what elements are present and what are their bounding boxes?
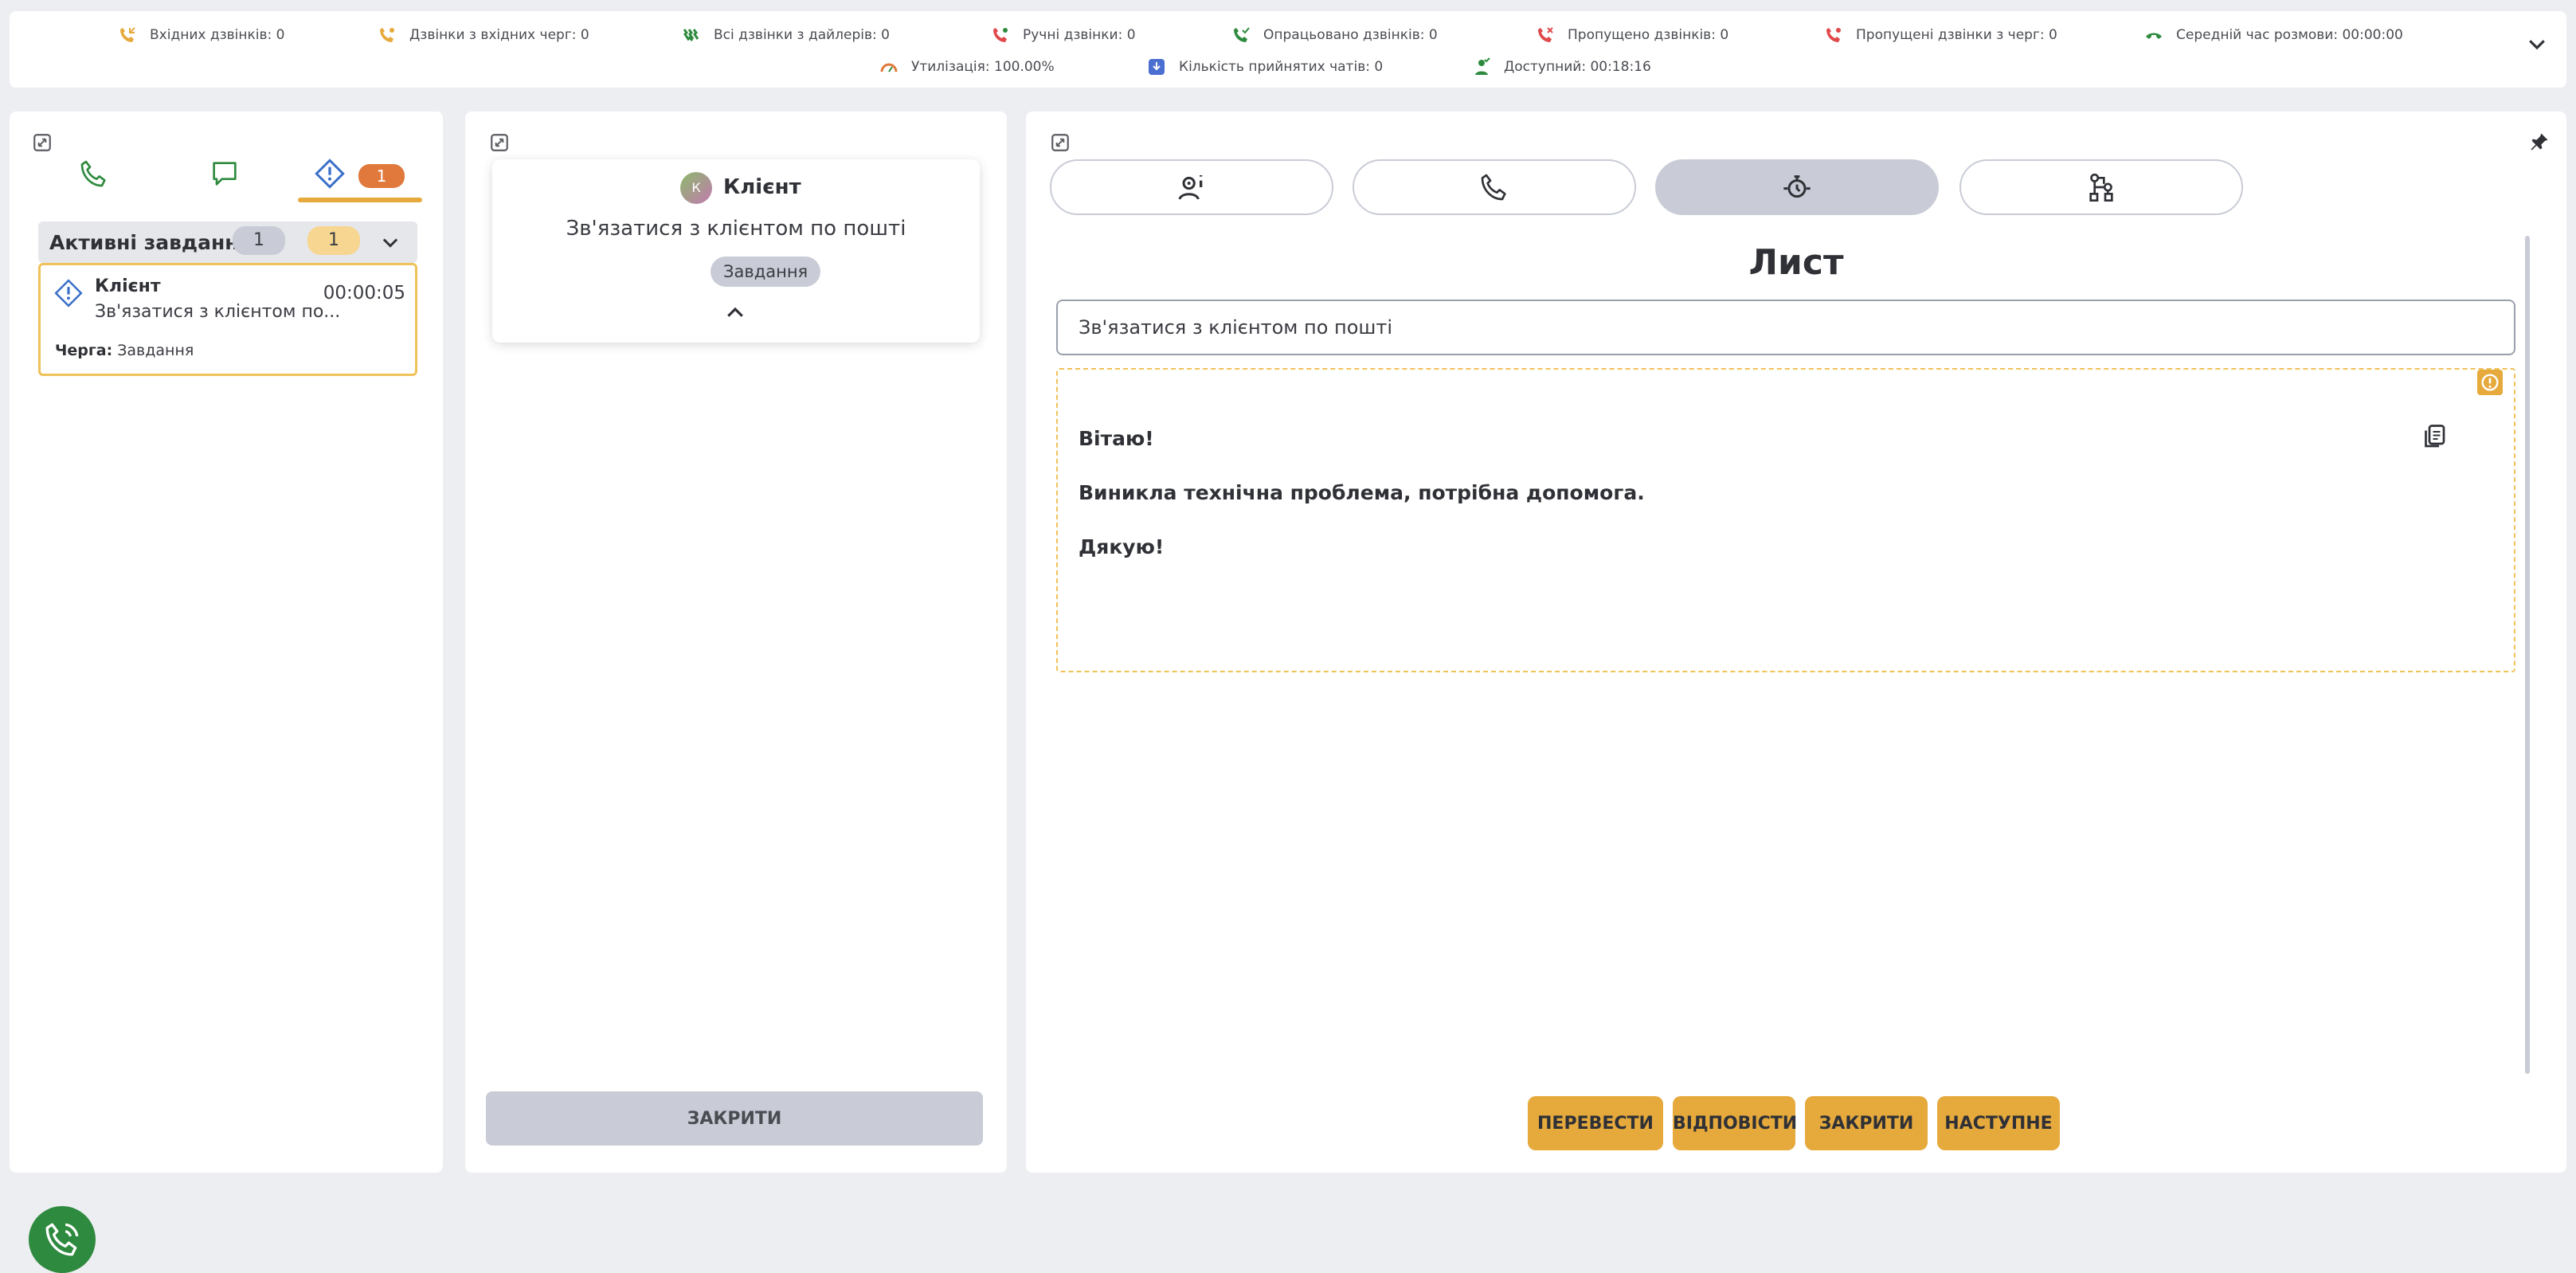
stat-queue-incoming: Дзвінки з вхідних черг: 0 xyxy=(378,25,589,45)
form-title: Лист xyxy=(1748,242,1844,283)
info-icon[interactable] xyxy=(2477,370,2503,395)
task-queue-label: Черга: xyxy=(55,342,113,359)
expand-icon[interactable] xyxy=(1050,132,1071,153)
chevron-up-icon[interactable] xyxy=(723,301,747,325)
reply-button[interactable]: ВІДПОВІСТИ xyxy=(1673,1096,1797,1150)
message-body[interactable]: Вітаю! Виникла технічна проблема, потріб… xyxy=(1056,368,2515,672)
active-tasks-count-yellow: 1 xyxy=(307,226,360,255)
subject-input[interactable] xyxy=(1056,300,2515,355)
softphone-button[interactable] xyxy=(29,1206,96,1273)
active-tasks-count-gray: 1 xyxy=(233,226,285,255)
task-queue-value: Завдання xyxy=(117,342,194,359)
stat-missed: Пропущено дзвінків: 0 xyxy=(1536,25,1728,45)
tab-chats-chat-icon[interactable] xyxy=(209,158,241,190)
tasks-count-badge: 1 xyxy=(358,164,405,188)
middle-panel: К Клієнт Зв'язатися з клієнтом по пошті … xyxy=(465,112,1007,1173)
close-task-button[interactable]: ЗАКРИТИ xyxy=(1805,1096,1928,1150)
stat-queue-incoming-text: Дзвінки з вхідних черг: 0 xyxy=(409,27,589,43)
stat-avg-talk-text: Середній час розмови: 00:00:00 xyxy=(2176,27,2403,43)
dialer-icon xyxy=(683,29,699,41)
task-description: Зв'язатися з клієнтом по... xyxy=(95,302,341,322)
stat-avg-talk: Середній час розмови: 00:00:00 xyxy=(2144,25,2403,45)
right-panel: Лист Вітаю! Виникла технічна проблема, п… xyxy=(1026,112,2566,1173)
pin-icon[interactable] xyxy=(2528,131,2551,153)
contact-subject: Зв'язатися з клієнтом по пошті xyxy=(566,217,906,241)
missed-call-icon xyxy=(1538,27,1553,42)
stat-processed: Опрацьовано дзвінків: 0 xyxy=(1231,25,1438,45)
queue-tag: Завдання xyxy=(711,257,821,287)
phone-icon xyxy=(45,1223,79,1256)
flow-chart-icon xyxy=(2089,173,2113,202)
tab-client-info[interactable] xyxy=(1050,159,1333,215)
incoming-call-icon xyxy=(120,27,135,42)
scrollbar[interactable] xyxy=(2525,236,2530,1074)
stat-incoming-text: Вхідних дзвінків: 0 xyxy=(150,27,285,43)
manual-call-icon xyxy=(993,28,1008,42)
chevron-down-icon[interactable] xyxy=(2525,32,2549,56)
tab-calls-phone-icon[interactable] xyxy=(78,158,110,190)
expand-icon[interactable] xyxy=(489,132,510,153)
stat-dialer-all-text: Всі дзвінки з дайлерів: 0 xyxy=(714,27,890,43)
tab-tasks-warning-icon[interactable] xyxy=(314,158,346,190)
body-line-issue: Виникла технічна проблема, потрібна допо… xyxy=(1079,481,1645,504)
avatar: К xyxy=(680,172,712,204)
stat-utilization-text: Утилізація: 100.00% xyxy=(911,59,1055,75)
talk-time-icon xyxy=(2146,33,2162,39)
active-tasks-title: Активні завдання xyxy=(49,231,252,254)
chat-accept-icon xyxy=(1149,59,1165,75)
missed-queue-call-icon xyxy=(1826,28,1841,42)
contact-card: К Клієнт Зв'язатися з клієнтом по пошті … xyxy=(492,159,980,343)
task-card[interactable]: Клієнт Зв'язатися з клієнтом по... 00:00… xyxy=(38,263,417,376)
next-button[interactable]: НАСТУПНЕ xyxy=(1937,1096,2060,1150)
stats-bar: Вхідних дзвінків: 0 Дзвінки з вхідних че… xyxy=(10,11,2566,88)
gauge-icon xyxy=(880,63,898,72)
tab-task[interactable] xyxy=(1655,159,1939,215)
left-panel: 1 Активні завдання 1 1 Клієнт Зв'язатися… xyxy=(10,112,443,1273)
processed-call-icon xyxy=(1234,27,1250,42)
forward-button[interactable]: ПЕРЕВЕСТИ xyxy=(1528,1096,1663,1150)
stat-missed-queue-text: Пропущені дзвінки з черг: 0 xyxy=(1856,27,2057,43)
stat-chats-accepted-text: Кількість прийнятих чатів: 0 xyxy=(1179,59,1384,75)
task-queue: Черга: Завдання xyxy=(55,342,194,359)
stat-processed-text: Опрацьовано дзвінків: 0 xyxy=(1263,27,1438,43)
stat-manual: Ручні дзвінки: 0 xyxy=(991,25,1136,45)
body-line-thanks: Дякую! xyxy=(1079,535,1165,558)
tab-routing[interactable] xyxy=(1959,159,2243,215)
stat-chats-accepted: Кількість прийнятих чатів: 0 xyxy=(1147,57,1383,76)
active-tab-indicator xyxy=(298,198,422,202)
task-timer: 00:00:05 xyxy=(323,283,405,304)
stat-incoming: Вхідних дзвінків: 0 xyxy=(118,25,284,45)
stat-manual-text: Ручні дзвінки: 0 xyxy=(1023,27,1136,43)
phone-icon xyxy=(1481,174,1506,201)
active-tasks-header[interactable]: Активні завдання 1 1 xyxy=(38,221,417,263)
expand-icon[interactable] xyxy=(32,132,53,153)
client-info-icon xyxy=(1178,175,1203,200)
chevron-down-icon[interactable] xyxy=(379,231,401,253)
stat-dialer-all: Всі дзвінки з дайлерів: 0 xyxy=(682,25,890,45)
stat-utilization: Утилізація: 100.00% xyxy=(879,57,1055,76)
stat-missed-text: Пропущено дзвінків: 0 xyxy=(1568,27,1729,43)
copy-icon[interactable] xyxy=(2420,422,2449,451)
stat-available-text: Доступний: 00:18:16 xyxy=(1504,59,1651,75)
task-timer-icon xyxy=(1783,175,1811,198)
queue-call-icon xyxy=(380,28,394,42)
task-client-name: Клієнт xyxy=(95,276,161,296)
body-line-greeting: Вітаю! xyxy=(1079,427,1154,450)
close-button[interactable]: ЗАКРИТИ xyxy=(486,1091,983,1146)
available-status-icon xyxy=(1475,57,1490,75)
tab-call[interactable] xyxy=(1353,159,1636,215)
stat-missed-queue: Пропущені дзвінки з черг: 0 xyxy=(1824,25,2057,45)
task-warning-icon xyxy=(54,279,83,307)
contact-name: Клієнт xyxy=(723,175,801,199)
stat-available: Доступний: 00:18:16 xyxy=(1472,57,1651,76)
